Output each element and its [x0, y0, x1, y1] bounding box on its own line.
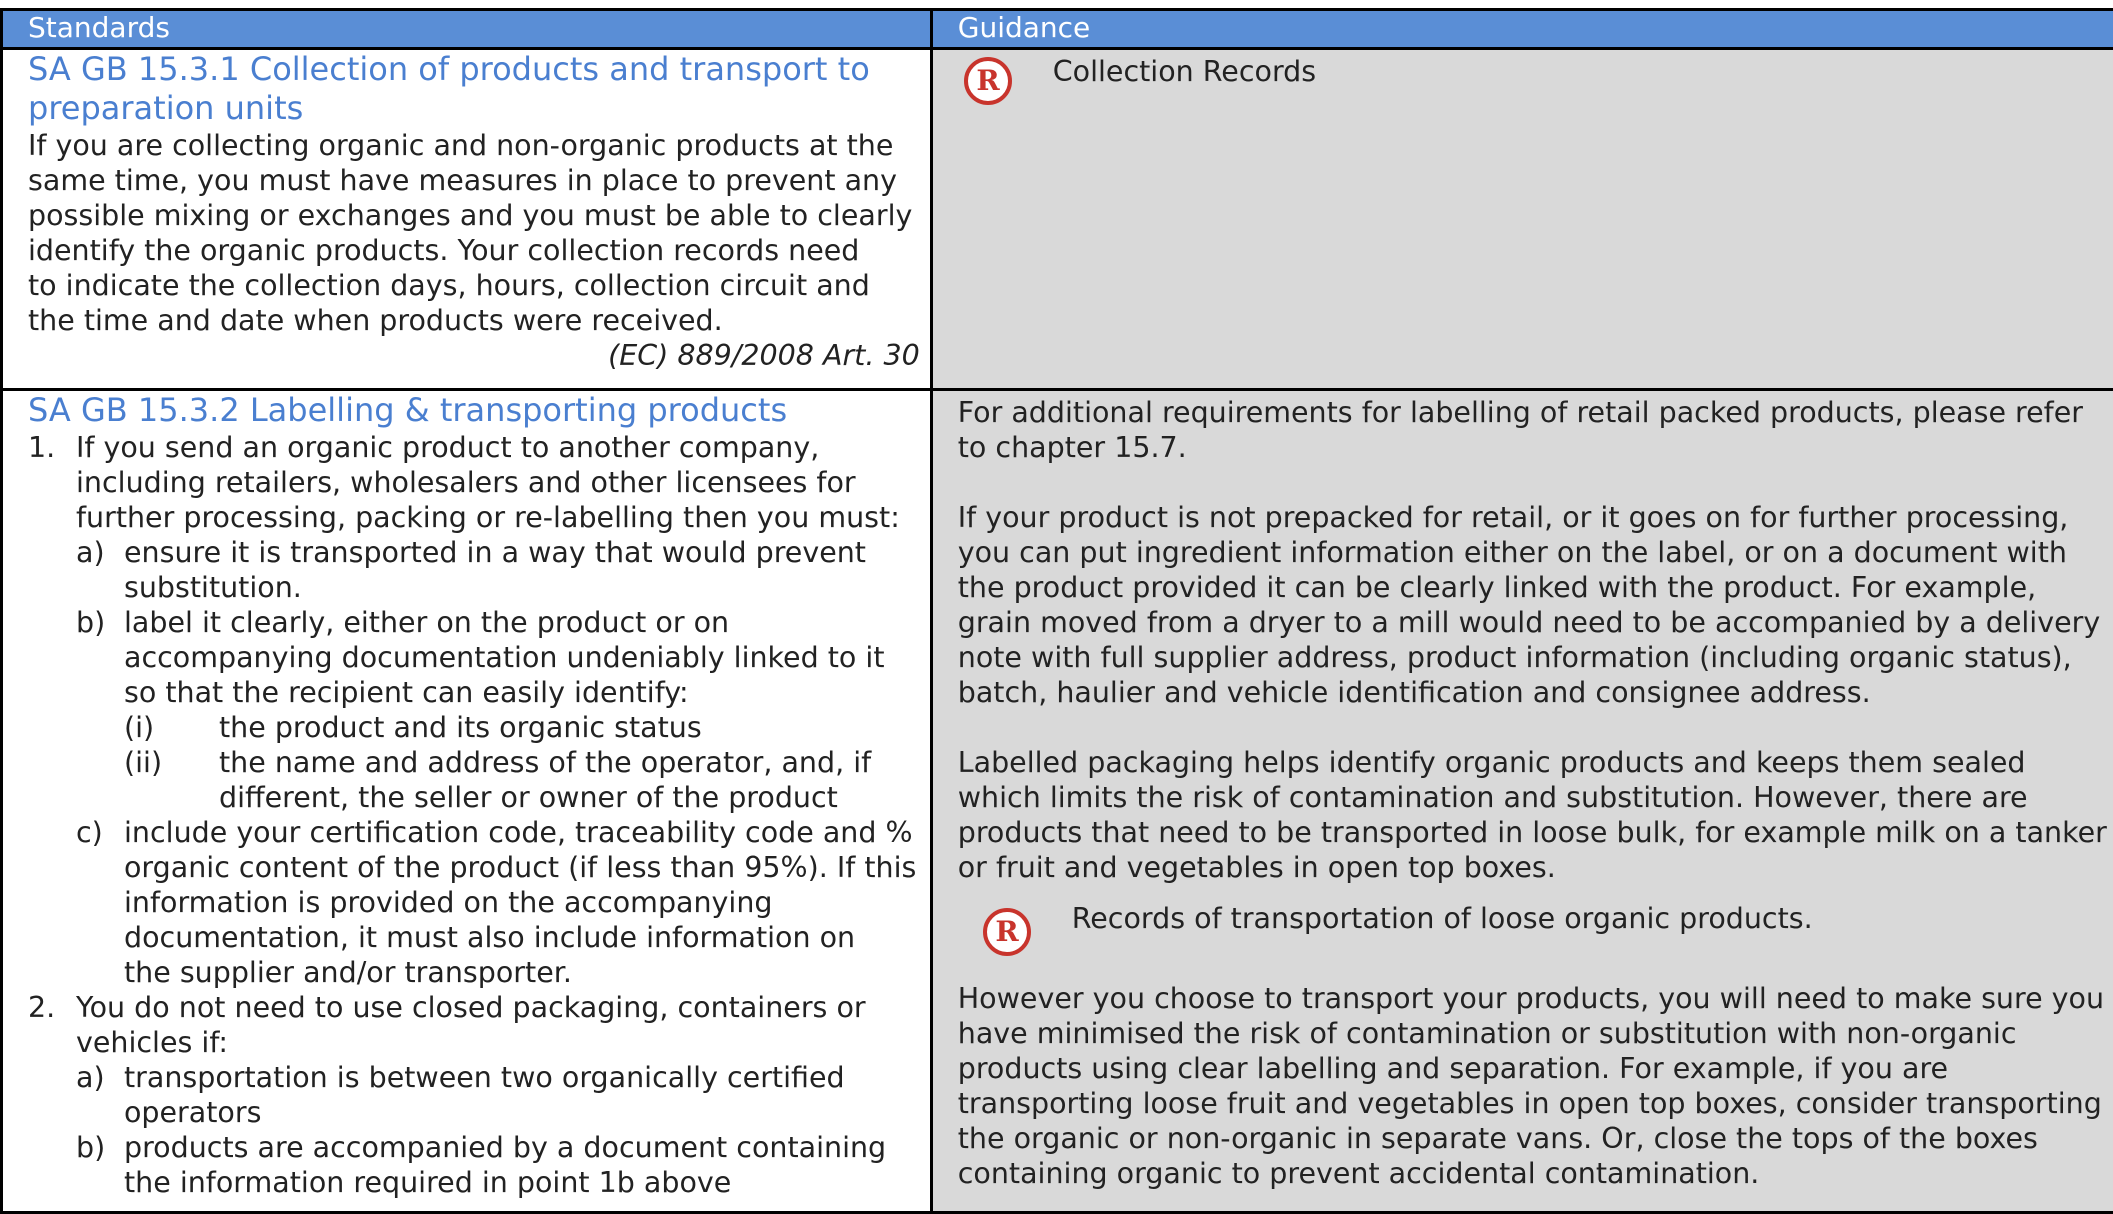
body-line: identify the organic products. Your coll… — [28, 233, 920, 268]
title-line: preparation units — [28, 89, 920, 128]
item-number: a) — [76, 535, 124, 605]
item-line: organic content of the product (if less … — [124, 850, 916, 885]
item-line: accompanying documentation undeniably li… — [124, 640, 885, 675]
item-line: If you send an organic product to anothe… — [76, 430, 900, 465]
item-line: include your certification code, traceab… — [124, 815, 916, 850]
paragraph-line: For additional requirements for labellin… — [958, 395, 2112, 430]
item-line: including retailers, wholesalers and oth… — [76, 465, 900, 500]
standard-title: SA GB 15.3.1 Collection of products and … — [28, 50, 920, 128]
item-number: (ii) — [124, 745, 219, 815]
standard-row-15-3-1: SA GB 15.3.1 Collection of products and … — [2, 49, 2113, 390]
item-number: b) — [76, 605, 124, 710]
table-header-row: Standards Guidance — [2, 10, 2113, 49]
guidance-cell: For additional requirements for labellin… — [931, 390, 2113, 1213]
standard-cell: SA GB 15.3.2 Labelling & transporting pr… — [2, 390, 932, 1213]
item-line: the name and address of the operator, an… — [219, 745, 871, 780]
item-line: vehicles if: — [76, 1025, 866, 1060]
standards-table: Standards Guidance SA GB 15.3.1 Collecti… — [0, 8, 2113, 1214]
standard-body: If you are collecting organic and non-or… — [28, 128, 920, 338]
record-r-icon: R — [982, 907, 1032, 965]
item-line: the information required in point 1b abo… — [124, 1165, 886, 1200]
item-line: the product and its organic status — [219, 710, 702, 745]
item-line: different, the seller or owner of the pr… — [219, 780, 871, 815]
standard-cell: SA GB 15.3.1 Collection of products and … — [2, 49, 932, 390]
item-number: (i) — [124, 710, 219, 745]
item-line: products are accompanied by a document c… — [124, 1130, 886, 1165]
item-line: ensure it is transported in a way that w… — [124, 535, 866, 570]
standard-row-15-3-2: SA GB 15.3.2 Labelling & transporting pr… — [2, 390, 2113, 1213]
guidance-cell: R Collection Records — [931, 49, 2113, 390]
item-number: 2. — [28, 990, 76, 1060]
list-item: 2. You do not need to use closed packagi… — [28, 990, 920, 1060]
item-line: substitution. — [124, 570, 866, 605]
list-subitem: b) label it clearly, either on the produ… — [76, 605, 920, 710]
item-number: c) — [76, 815, 124, 990]
body-line: If you are collecting organic and non-or… — [28, 128, 920, 163]
record-label: Collection Records — [1053, 54, 1316, 89]
body-line: possible mixing or exchanges and you mus… — [28, 198, 920, 233]
record-r-icon: R — [963, 56, 1013, 114]
item-line: information is provided on the accompany… — [124, 885, 916, 920]
paragraph-line: batch, haulier and vehicle identificatio… — [958, 675, 2112, 710]
paragraph-line: transporting loose fruit and vegetables … — [958, 1086, 2112, 1121]
body-line: the time and date when products were rec… — [28, 303, 920, 338]
regulation-reference: (EC) 889/2008 Art. 30 — [28, 338, 920, 373]
item-line: the supplier and/or transporter. — [124, 955, 916, 990]
paragraph-line: containing organic to prevent accidental… — [958, 1156, 2112, 1191]
list-subitem: c) include your certification code, trac… — [76, 815, 920, 990]
paragraph-line: the product provided it can be clearly l… — [958, 570, 2112, 605]
title-line: SA GB 15.3.1 Collection of products and … — [28, 50, 920, 89]
paragraph-line: products using clear labelling and separ… — [958, 1051, 2112, 1086]
paragraph-line: If your product is not prepacked for ret… — [958, 500, 2112, 535]
list-subsubitem: (ii) the name and address of the operato… — [124, 745, 920, 815]
item-line: label it clearly, either on the product … — [124, 605, 885, 640]
record-requirement: R Records of transportation of loose org… — [958, 903, 2112, 965]
standard-title: SA GB 15.3.2 Labelling & transporting pr… — [28, 391, 920, 430]
item-line: operators — [124, 1095, 845, 1130]
guidance-paragraph: However you choose to transport your pro… — [958, 981, 2112, 1191]
list-item: 1. If you send an organic product to ano… — [28, 430, 920, 535]
standards-header: Standards — [2, 10, 932, 49]
paragraph-line: Labelled packaging helps identify organi… — [958, 745, 2112, 780]
item-line: You do not need to use closed packaging,… — [76, 990, 866, 1025]
list-subitem: a) ensure it is transported in a way tha… — [76, 535, 920, 605]
guidance-header: Guidance — [931, 10, 2113, 49]
paragraph-line: However you choose to transport your pro… — [958, 981, 2112, 1016]
paragraph-line: have minimised the risk of contamination… — [958, 1016, 2112, 1051]
item-line: so that the recipient can easily identif… — [124, 675, 885, 710]
body-line: same time, you must have measures in pla… — [28, 163, 920, 198]
paragraph-line: which limits the risk of contamination a… — [958, 780, 2112, 815]
paragraph-line: note with full supplier address, product… — [958, 640, 2112, 675]
item-number: a) — [76, 1060, 124, 1130]
list-subsubitem: (i) the product and its organic status — [124, 710, 920, 745]
guidance-paragraph: For additional requirements for labellin… — [958, 395, 2112, 465]
list-subitem: a) transportation is between two organic… — [76, 1060, 920, 1130]
body-line: to indicate the collection days, hours, … — [28, 268, 920, 303]
svg-text:R: R — [995, 915, 1019, 948]
paragraph-line: products that need to be transported in … — [958, 815, 2112, 850]
item-line: transportation is between two organicall… — [124, 1060, 845, 1095]
item-number: 1. — [28, 430, 76, 535]
paragraph-line: the organic or non-organic in separate v… — [958, 1121, 2112, 1156]
paragraph-line: to chapter 15.7. — [958, 430, 2112, 465]
item-line: documentation, it must also include info… — [124, 920, 916, 955]
paragraph-line: grain moved from a dryer to a mill would… — [958, 605, 2112, 640]
paragraph-line: or fruit and vegetables in open top boxe… — [958, 850, 2112, 885]
svg-text:R: R — [976, 64, 1000, 97]
guidance-paragraph: If your product is not prepacked for ret… — [958, 500, 2112, 710]
record-requirement: R Collection Records — [958, 56, 2112, 114]
item-number: b) — [76, 1130, 124, 1200]
list-subitem: b) products are accompanied by a documen… — [76, 1130, 920, 1200]
guidance-paragraph: Labelled packaging helps identify organi… — [958, 745, 2112, 885]
paragraph-line: you can put ingredient information eithe… — [958, 535, 2112, 570]
standards-document: Standards Guidance SA GB 15.3.1 Collecti… — [0, 0, 2113, 1192]
item-line: further processing, packing or re-labell… — [76, 500, 900, 535]
record-label: Records of transportation of loose organ… — [1072, 901, 1813, 936]
